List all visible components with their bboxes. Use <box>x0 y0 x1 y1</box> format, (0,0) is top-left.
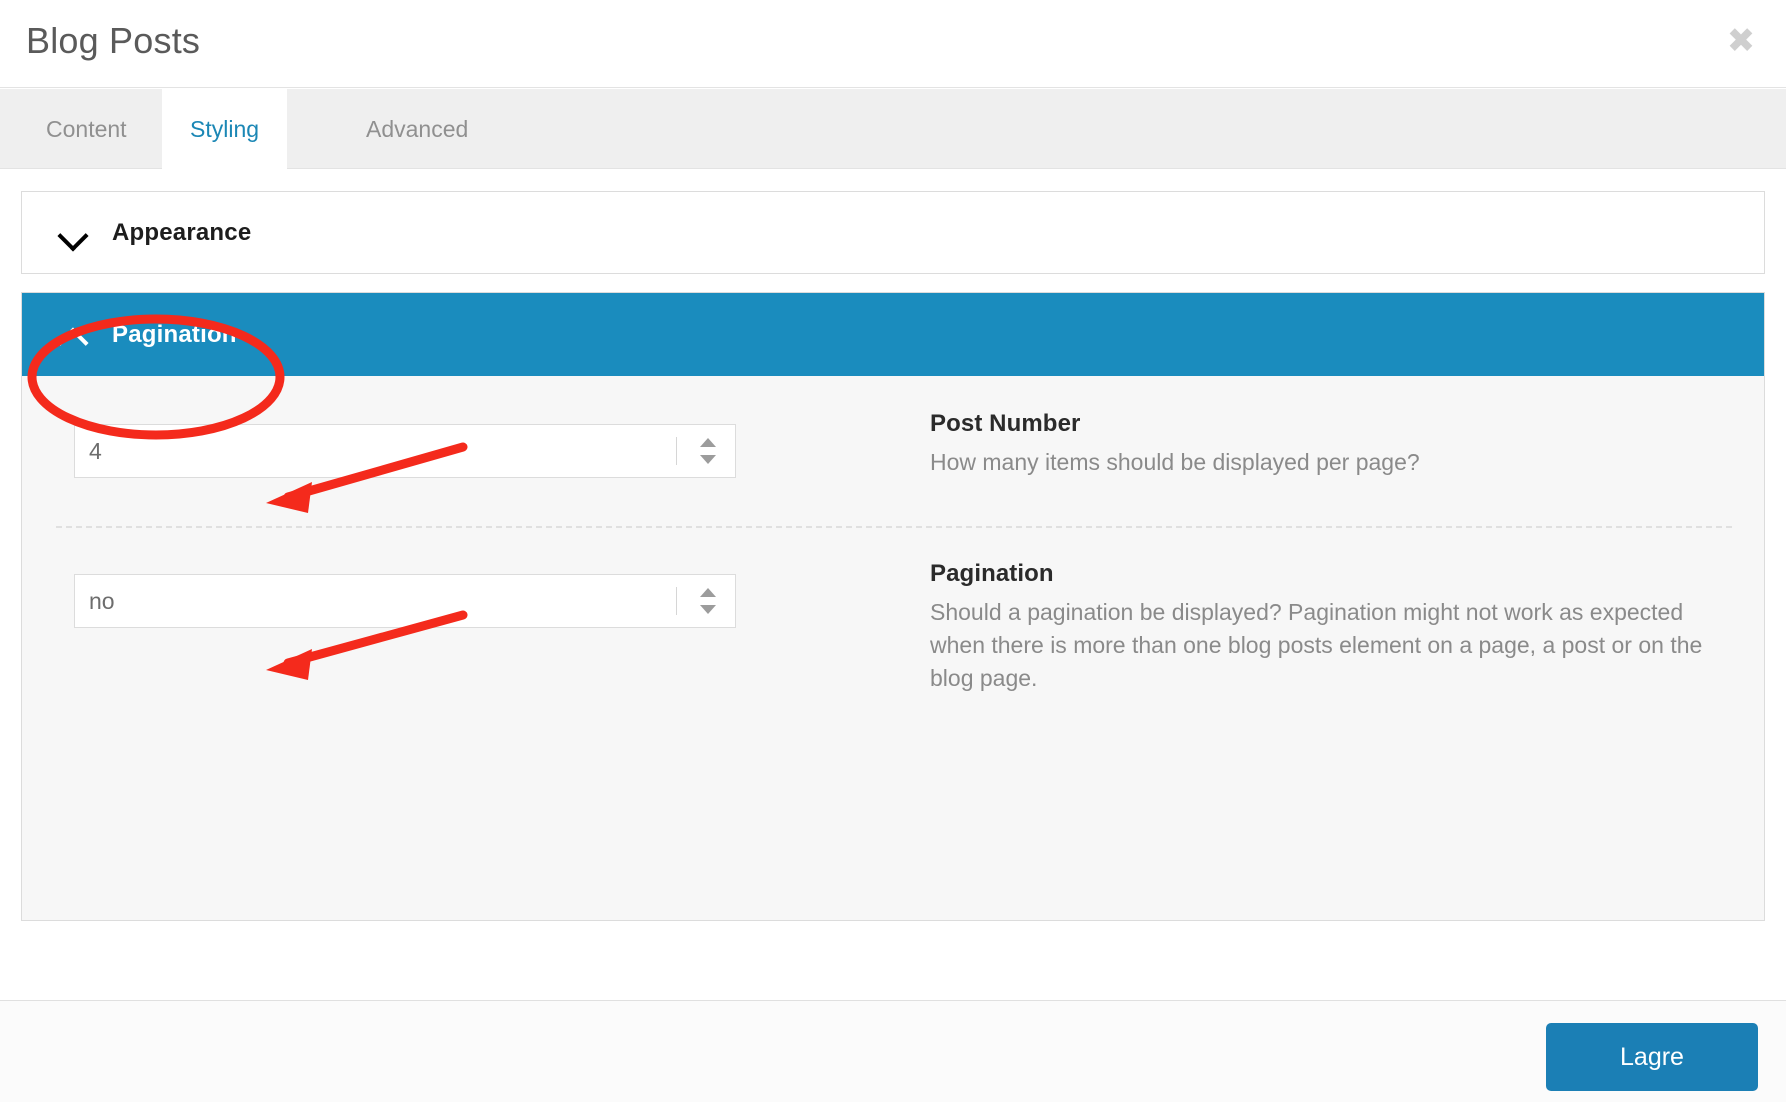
post-number-stepper[interactable] <box>693 431 723 471</box>
chevron-down-icon <box>56 216 90 250</box>
post-number-label-block: Post Number How many items should be dis… <box>930 410 1720 479</box>
spinner-separator <box>676 437 677 465</box>
field-row-pagination: Pagination Should a pagination be displa… <box>22 526 1764 846</box>
stepper-up-icon[interactable] <box>700 588 716 597</box>
section-pagination-title: Pagination <box>112 320 237 348</box>
pagination-description: Should a pagination be displayed? Pagina… <box>930 599 1703 691</box>
tab-styling[interactable]: Styling <box>162 89 288 169</box>
pagination-stepper[interactable] <box>693 581 723 621</box>
post-number-description: How many items should be displayed per p… <box>930 449 1420 475</box>
section-appearance-header[interactable]: Appearance <box>22 192 1764 273</box>
section-pagination-header[interactable]: Pagination <box>22 293 1764 376</box>
field-row-post-number: Post Number How many items should be dis… <box>22 376 1764 526</box>
section-pagination-body: Post Number How many items should be dis… <box>22 376 1764 920</box>
close-icon[interactable]: ✖ <box>1724 24 1758 58</box>
stepper-up-icon[interactable] <box>700 438 716 447</box>
post-number-input[interactable] <box>75 425 676 477</box>
chevron-up-icon <box>56 318 90 352</box>
spinner-separator <box>676 587 677 615</box>
tab-advanced[interactable]: Advanced <box>338 89 496 169</box>
post-number-label: Post Number <box>930 410 1081 437</box>
stepper-down-icon[interactable] <box>700 455 716 464</box>
tab-bar: Content Styling Advanced <box>0 89 1786 169</box>
section-pagination-header-inner[interactable]: Pagination <box>22 293 1764 376</box>
pagination-input-wrap[interactable] <box>74 574 736 628</box>
page-title: Blog Posts <box>26 20 201 61</box>
section-appearance[interactable]: Appearance <box>21 191 1765 274</box>
settings-sections: Appearance Pagination 4 Post Number How … <box>0 170 1786 1000</box>
save-button[interactable]: Lagre <box>1546 1023 1758 1091</box>
section-pagination: Pagination Post Number How <box>21 292 1765 921</box>
post-number-input-wrap[interactable] <box>74 424 736 478</box>
section-appearance-title: Appearance <box>112 218 252 246</box>
tab-content[interactable]: Content <box>18 89 155 169</box>
pagination-label-block: Pagination Should a pagination be displa… <box>930 560 1720 695</box>
modal-dialog: Blog Posts ✖ Content Styling Advanced Ap… <box>0 0 1786 1102</box>
pagination-input[interactable] <box>75 575 676 627</box>
modal-titlebar: Blog Posts ✖ <box>0 0 1786 88</box>
modal-footer: Lagre <box>0 1000 1786 1102</box>
pagination-label: Pagination <box>930 560 1054 587</box>
stepper-down-icon[interactable] <box>700 605 716 614</box>
